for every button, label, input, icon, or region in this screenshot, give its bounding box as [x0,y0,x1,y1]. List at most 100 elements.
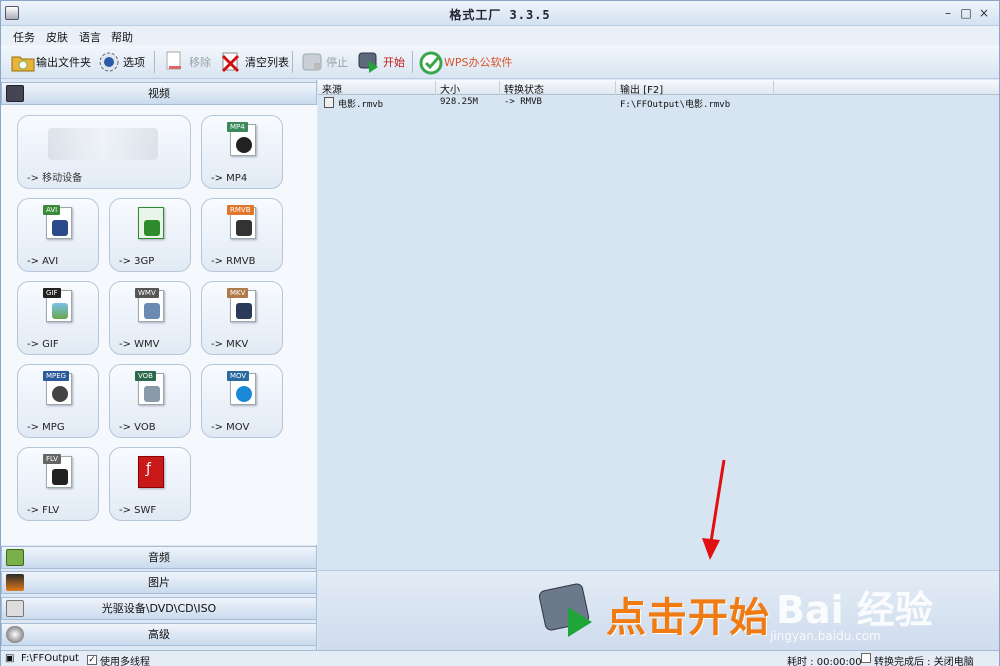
multithread-checkbox[interactable]: ✓ [87,653,100,665]
toolbar-separator [292,51,293,73]
format-flv[interactable]: FLV -> FLV [17,447,99,521]
format-avi[interactable]: AVI -> AVI [17,198,99,272]
start-button[interactable]: 开始 [358,51,405,73]
format-label: -> RMVB [211,256,256,267]
format-gif[interactable]: GIF -> GIF [17,281,99,355]
menu-task[interactable]: 任务 [13,29,35,45]
multithread-label: 使用多线程 [100,657,150,666]
gif-icon: GIF [43,288,72,322]
format-swf[interactable]: ƒ -> SWF [109,447,191,521]
format-label: -> VOB [119,422,156,433]
format-label: -> MP4 [211,173,248,184]
rmvb-icon: RMVB [227,205,256,239]
document-remove-icon [164,51,186,73]
options-label: 选项 [123,56,145,69]
clear-list-button[interactable]: 清空列表 [220,51,289,73]
wps-office-label: WPS办公软件 [444,56,513,69]
format-label: -> 移动设备 [27,173,83,184]
file-icon [324,97,334,108]
column-source[interactable]: 来源 [318,81,436,96]
video-format-grid: -> 移动设备 MP4 -> MP4 AVI -> AVI -> 3GP RMV… [1,105,317,545]
play-icon [358,51,380,73]
avi-icon: AVI [43,205,72,239]
format-mkv[interactable]: MKV -> MKV [201,281,283,355]
clear-list-label: 清空列表 [245,56,289,69]
column-status[interactable]: 转换状态 [500,81,616,96]
minimize-button[interactable]: – [941,6,955,20]
task-pane: 来源 大小 转换状态 输出 [F2] 电影.rmvb 928.25M -> RM… [318,80,999,650]
menu-bar: 任务 皮肤 语言 帮助 [1,26,999,45]
3gp-icon [138,207,164,239]
elapsed-time: 耗时 : 00:00:00 [787,657,862,666]
format-label: -> WMV [119,339,160,350]
picture-icon [6,574,24,591]
start-banner-text: 点击开始 [606,595,770,641]
column-output[interactable]: 输出 [F2] [616,81,774,96]
mp4-icon: MP4 [227,122,256,156]
options-button[interactable]: 选项 [98,51,145,73]
wps-office-button[interactable]: WPS办公软件 [419,51,513,75]
menu-language[interactable]: 语言 [79,29,101,45]
category-audio-label: 音频 [148,551,170,564]
baidu-watermark-url: jingyan.baidu.com [770,629,881,643]
column-size[interactable]: 大小 [436,81,500,96]
mov-icon: MOV [227,371,256,405]
remove-button[interactable]: 移除 [164,51,211,73]
film-icon [6,85,24,102]
format-mpg[interactable]: MPEG -> MPG [17,364,99,438]
format-label: -> MOV [211,422,250,433]
format-label: -> GIF [27,339,59,350]
output-path-icon: ▣ [5,653,15,664]
format-label: -> AVI [27,256,59,267]
format-vob[interactable]: VOB -> VOB [109,364,191,438]
output-folder-label: 输出文件夹 [36,56,91,69]
music-note-icon [6,549,24,566]
format-wmv[interactable]: WMV -> WMV [109,281,191,355]
format-rmvb[interactable]: RMVB -> RMVB [201,198,283,272]
gear-icon [98,51,120,73]
table-row[interactable]: 电影.rmvb 928.25M -> RMVB F:\FFOutput\电影.r… [318,96,999,110]
task-list[interactable]: 来源 大小 转换状态 输出 [F2] 电影.rmvb 928.25M -> RM… [318,80,999,570]
stop-label: 停止 [326,56,348,69]
cell-output: F:\FFOutput\电影.rmvb [620,100,731,110]
cell-status: -> RMVB [504,97,542,107]
menu-skin[interactable]: 皮肤 [46,29,68,45]
format-mobile-device[interactable]: -> 移动设备 [17,115,191,189]
stop-button[interactable]: 停止 [301,51,348,73]
category-rom-label: 光驱设备\DVD\CD\ISO [101,602,217,615]
format-mp4[interactable]: MP4 -> MP4 [201,115,283,189]
window-title: 格式工厂 3.3.5 [449,8,551,22]
mobile-devices-icon [48,128,158,160]
mkv-icon: MKV [227,288,256,322]
menu-help[interactable]: 帮助 [111,29,133,45]
stop-icon [301,51,323,73]
cell-size: 928.25M [440,97,478,107]
format-label: -> FLV [27,505,60,516]
category-advanced[interactable]: 高级 [1,623,317,646]
category-audio[interactable]: 音频 [1,546,317,569]
checkbox-icon [861,653,871,663]
folder-icon [11,51,35,73]
format-mov[interactable]: MOV -> MOV [201,364,283,438]
category-pane: 视频 -> 移动设备 MP4 -> MP4 AVI -> AVI -> 3GP … [1,80,317,650]
maximize-button[interactable]: □ [959,6,973,20]
shutdown-checkbox[interactable] [861,653,874,665]
flash-swf-icon: ƒ [138,456,164,488]
wmv-icon: WMV [135,288,164,322]
disc-drive-icon [6,600,24,617]
category-video[interactable]: 视频 [1,82,317,105]
format-label: -> MPG [27,422,65,433]
vob-icon: VOB [135,371,164,405]
toolbar: 输出文件夹 选项 移除 清空列表 停止 开始 WPS办公软件 [1,45,999,79]
close-button[interactable]: × [977,6,991,20]
app-window: 格式工厂 3.3.5 – □ × 任务 皮肤 语言 帮助 输出文件夹 选项 移除 [0,0,1000,666]
output-folder-button[interactable]: 输出文件夹 [11,51,91,73]
start-banner[interactable]: 点击开始 Bai 经验 jingyan.baidu.com [318,570,999,650]
title-bar[interactable]: 格式工厂 3.3.5 – □ × [1,1,999,26]
format-3gp[interactable]: -> 3GP [109,198,191,272]
list-header: 来源 大小 转换状态 输出 [F2] [318,80,999,96]
category-image[interactable]: 图片 [1,571,317,594]
mpg-icon: MPEG [43,371,72,405]
category-rom-device[interactable]: 光驱设备\DVD\CD\ISO [1,597,317,620]
toolbar-separator [154,51,155,73]
